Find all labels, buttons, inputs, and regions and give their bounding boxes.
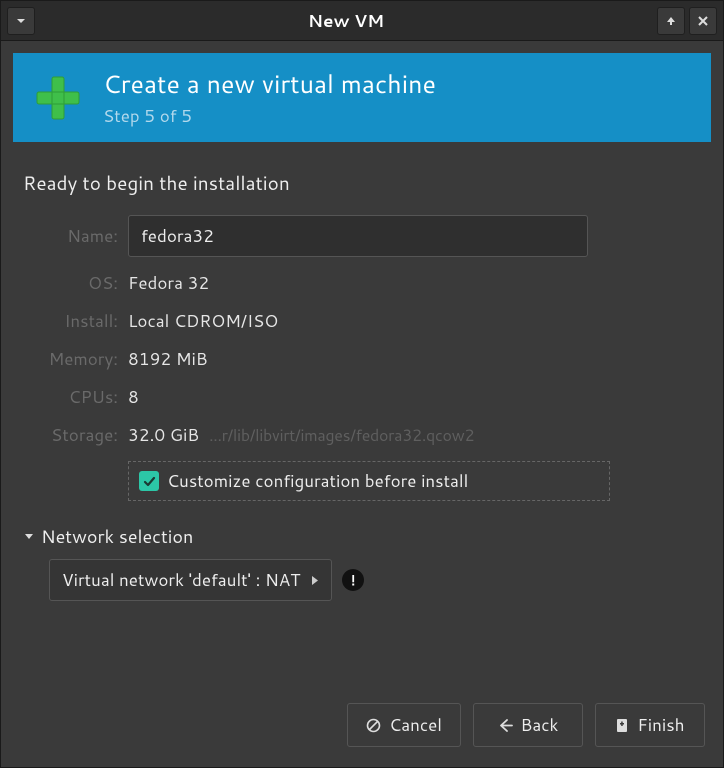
label-storage: Storage:	[23, 423, 118, 447]
value-install: Local CDROM/ISO	[128, 309, 701, 333]
label-cpus: CPUs:	[23, 385, 118, 409]
value-storage-path: ...r/lib/libvirt/images/fedora32.qcow2	[209, 424, 474, 447]
triangle-right-icon	[310, 575, 319, 586]
cancel-button[interactable]: Cancel	[347, 703, 461, 747]
label-memory: Memory:	[23, 347, 118, 371]
label-os: OS:	[23, 271, 118, 295]
banner-title: Create a new virtual machine	[103, 67, 436, 102]
customize-checkbox[interactable]: Customize configuration before install	[128, 461, 610, 501]
value-storage-size: 32.0 GiB	[128, 423, 199, 447]
close-icon	[697, 15, 709, 27]
wizard-banner: Create a new virtual machine Step 5 of 5	[13, 53, 711, 142]
arrow-left-icon	[498, 718, 513, 733]
network-section: Network selection Virtual network 'defau…	[23, 523, 701, 601]
back-button[interactable]: Back	[473, 703, 583, 747]
value-memory: 8192 MiB	[128, 347, 701, 371]
cancel-icon	[366, 718, 381, 733]
window-title: New VM	[35, 9, 657, 33]
finish-button[interactable]: Finish	[595, 703, 705, 747]
banner-step: Step 5 of 5	[103, 104, 436, 128]
label-name: Name:	[23, 224, 118, 248]
triangle-down-icon	[23, 530, 35, 542]
window-menu-button[interactable]	[7, 7, 35, 35]
network-section-label: Network selection	[41, 523, 193, 549]
window-restore-button[interactable]	[657, 7, 685, 35]
plus-icon	[31, 71, 85, 125]
label-install: Install:	[23, 309, 118, 333]
value-os: Fedora 32	[128, 271, 701, 295]
footer-buttons: Cancel Back Finish	[1, 689, 723, 767]
content-area: Ready to begin the installation Name: OS…	[1, 154, 723, 689]
summary-grid: Name: OS: Fedora 32 Install: Local CDROM…	[23, 215, 701, 501]
warning-icon: !	[342, 569, 364, 591]
check-icon	[139, 471, 159, 491]
finish-label: Finish	[637, 713, 684, 737]
network-selected-value: Virtual network 'default' : NAT	[62, 568, 300, 592]
cancel-label: Cancel	[389, 713, 442, 737]
window-close-button[interactable]	[689, 7, 717, 35]
page-heading: Ready to begin the installation	[23, 170, 701, 197]
customize-label: Customize configuration before install	[167, 469, 468, 493]
network-expander[interactable]: Network selection	[23, 523, 701, 549]
new-vm-window: New VM Create a new virtua	[0, 0, 724, 768]
chevron-down-icon	[16, 16, 26, 26]
arrow-up-icon	[665, 15, 677, 27]
value-cpus: 8	[128, 385, 701, 409]
name-input[interactable]	[128, 215, 588, 257]
new-doc-icon	[615, 718, 629, 733]
network-select[interactable]: Virtual network 'default' : NAT	[49, 559, 332, 601]
back-label: Back	[521, 713, 559, 737]
titlebar: New VM	[1, 1, 723, 41]
